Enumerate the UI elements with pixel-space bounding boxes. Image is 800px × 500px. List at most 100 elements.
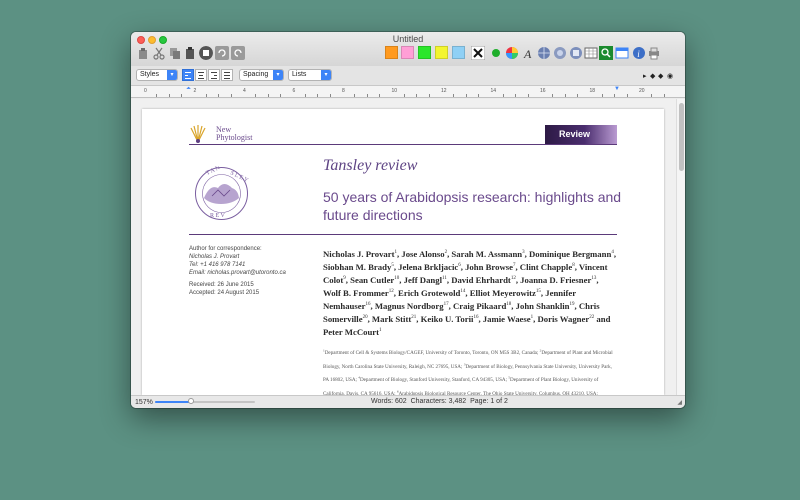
author-name: Dominique Bergmann4: [529, 248, 614, 259]
left-indent-marker[interactable]: ⏶: [186, 86, 191, 93]
spacing-popup[interactable]: Spacing ▾: [239, 69, 284, 81]
green-swatch[interactable]: [418, 46, 431, 59]
tab-right-icon[interactable]: ◆: [658, 72, 663, 80]
scrollbar-thumb[interactable]: [679, 103, 684, 171]
chevron-down-icon: ▾: [273, 70, 283, 80]
cut-icon[interactable]: [152, 46, 166, 60]
zoom-slider-knob[interactable]: [188, 398, 194, 404]
ruler-tick: [515, 94, 517, 97]
copy-icon[interactable]: [168, 46, 182, 60]
redo-icon[interactable]: [231, 46, 245, 60]
clear-format-icon[interactable]: [471, 46, 485, 60]
affiliation-marker: 2: [539, 348, 542, 352]
author-name: Clint Chapple8: [519, 261, 575, 272]
author-name: Siobhan M. Brady5: [323, 261, 394, 272]
vertical-scrollbar[interactable]: [676, 99, 685, 395]
info-icon[interactable]: i: [632, 46, 646, 60]
insert-icon[interactable]: [569, 46, 583, 60]
affiliation-marker: 4: [358, 375, 360, 380]
affiliation-marker: 3: [463, 361, 466, 366]
orange-swatch[interactable]: [385, 46, 398, 59]
align-right-button[interactable]: [208, 69, 220, 81]
tab-center-icon[interactable]: ◆: [650, 72, 655, 80]
tab-left-icon[interactable]: ▸: [643, 72, 647, 80]
author-affiliation-marker: 2: [444, 250, 448, 255]
author-affiliation-marker: 13: [591, 276, 597, 282]
lists-popup-label: Lists: [292, 71, 307, 78]
accepted-date: Accepted: 24 August 2015: [189, 290, 260, 296]
resize-grip-icon[interactable]: ◢: [677, 399, 682, 406]
clipboard-icon[interactable]: [183, 46, 197, 60]
author-affiliation-marker: 18: [506, 302, 512, 308]
align-center-button[interactable]: [195, 69, 207, 81]
author-name: Doris Wagner22: [537, 314, 595, 325]
author-name: David Ehrhardt12: [451, 275, 516, 286]
light-blue-swatch[interactable]: [452, 46, 465, 59]
globe-icon[interactable]: [537, 46, 551, 60]
font-icon[interactable]: A: [521, 46, 535, 60]
journal-name: New Phytologist: [216, 126, 252, 142]
ruler-tick: [304, 94, 306, 97]
author-name: Craig Pikaard18: [452, 301, 512, 312]
undo-icon[interactable]: [215, 46, 229, 60]
yellow-swatch[interactable]: [435, 46, 448, 59]
ruler-number: 4: [243, 88, 246, 94]
ruler-tick: [267, 94, 269, 97]
author-affiliation-marker: 20: [362, 315, 368, 321]
correspondent-email: Email: nicholas.provart@utoronto.ca: [189, 270, 286, 276]
editor-window: Untitled A i Styles ▾ Spacing ▾ Lists ▾ …: [131, 32, 685, 408]
author-affiliation-marker: 12: [510, 276, 516, 282]
ruler-tick: [453, 94, 455, 97]
window-icon[interactable]: [615, 46, 629, 60]
ruler-tick: [527, 94, 529, 97]
find-icon[interactable]: [599, 46, 613, 60]
styles-popup[interactable]: Styles ▾: [136, 69, 178, 81]
author-affiliation-marker: 1: [530, 315, 534, 321]
ruler-tick: [317, 94, 319, 97]
ruler-number: 6: [292, 88, 296, 94]
paste-icon[interactable]: [136, 46, 150, 60]
color-wheel-icon[interactable]: [505, 46, 519, 60]
print-icon[interactable]: [647, 46, 661, 60]
author-affiliation-marker: 19: [569, 302, 575, 308]
author-affiliation-marker: 7: [512, 263, 516, 269]
ruler-tick: [181, 94, 183, 97]
justify-button[interactable]: [221, 69, 233, 81]
align-left-button[interactable]: [182, 69, 194, 81]
author-affiliation-marker: 5: [391, 263, 394, 269]
author-affiliation-marker: 9: [343, 276, 346, 282]
author-name: Mark Stitt21: [371, 314, 417, 325]
green-dot-icon[interactable]: [489, 46, 503, 60]
page[interactable]: New Phytologist Review T A N S L E Y R E…: [142, 109, 664, 408]
tansley-seal-icon: T A N S L E Y R E V: [195, 166, 249, 220]
received-date: Received: 26 June 2015: [189, 282, 254, 288]
correspondent-name: Nicholas J. Provart: [189, 254, 240, 260]
print-preview-icon[interactable]: [199, 46, 213, 60]
ruler-number: 0: [144, 88, 147, 94]
table-icon[interactable]: [584, 46, 598, 60]
author-affiliation-marker: 1: [394, 250, 398, 255]
ruler[interactable]: ⏶ ▼ 0 2 4 6 8 10 12 14 16 18 20: [131, 86, 685, 98]
svg-text:S L E Y: S L E Y: [229, 170, 249, 184]
ruler-tick: [379, 94, 381, 97]
affiliation-marker: 1: [323, 348, 325, 352]
pink-swatch[interactable]: [401, 46, 414, 59]
network-icon[interactable]: [553, 46, 567, 60]
ruler-tick: [255, 94, 257, 97]
spacing-popup-label: Spacing: [243, 71, 269, 78]
author-name: Keiko U. Torii16: [420, 314, 479, 325]
svg-text:T A N: T A N: [205, 166, 221, 177]
chevron-down-icon: ▾: [167, 70, 177, 80]
correspondent-tel: Tel: +1 416 978 7141: [189, 262, 246, 268]
right-indent-marker[interactable]: ▼: [614, 86, 620, 92]
ruler-number: 20: [639, 88, 645, 94]
ruler-tick: [280, 94, 282, 97]
document-area[interactable]: New Phytologist Review T A N S L E Y R E…: [131, 99, 685, 408]
tab-decimal-icon[interactable]: ◉: [667, 72, 673, 80]
zoom-slider[interactable]: [155, 401, 255, 403]
document-stats: Words: 602 Characters: 3,482 Page: 1 of …: [371, 398, 508, 405]
lists-popup[interactable]: Lists ▾: [288, 69, 332, 81]
author-name: Sarah M. Assmann3: [451, 248, 525, 259]
author-affiliation-marker: 12: [388, 289, 394, 295]
ruler-tick: [564, 94, 566, 97]
